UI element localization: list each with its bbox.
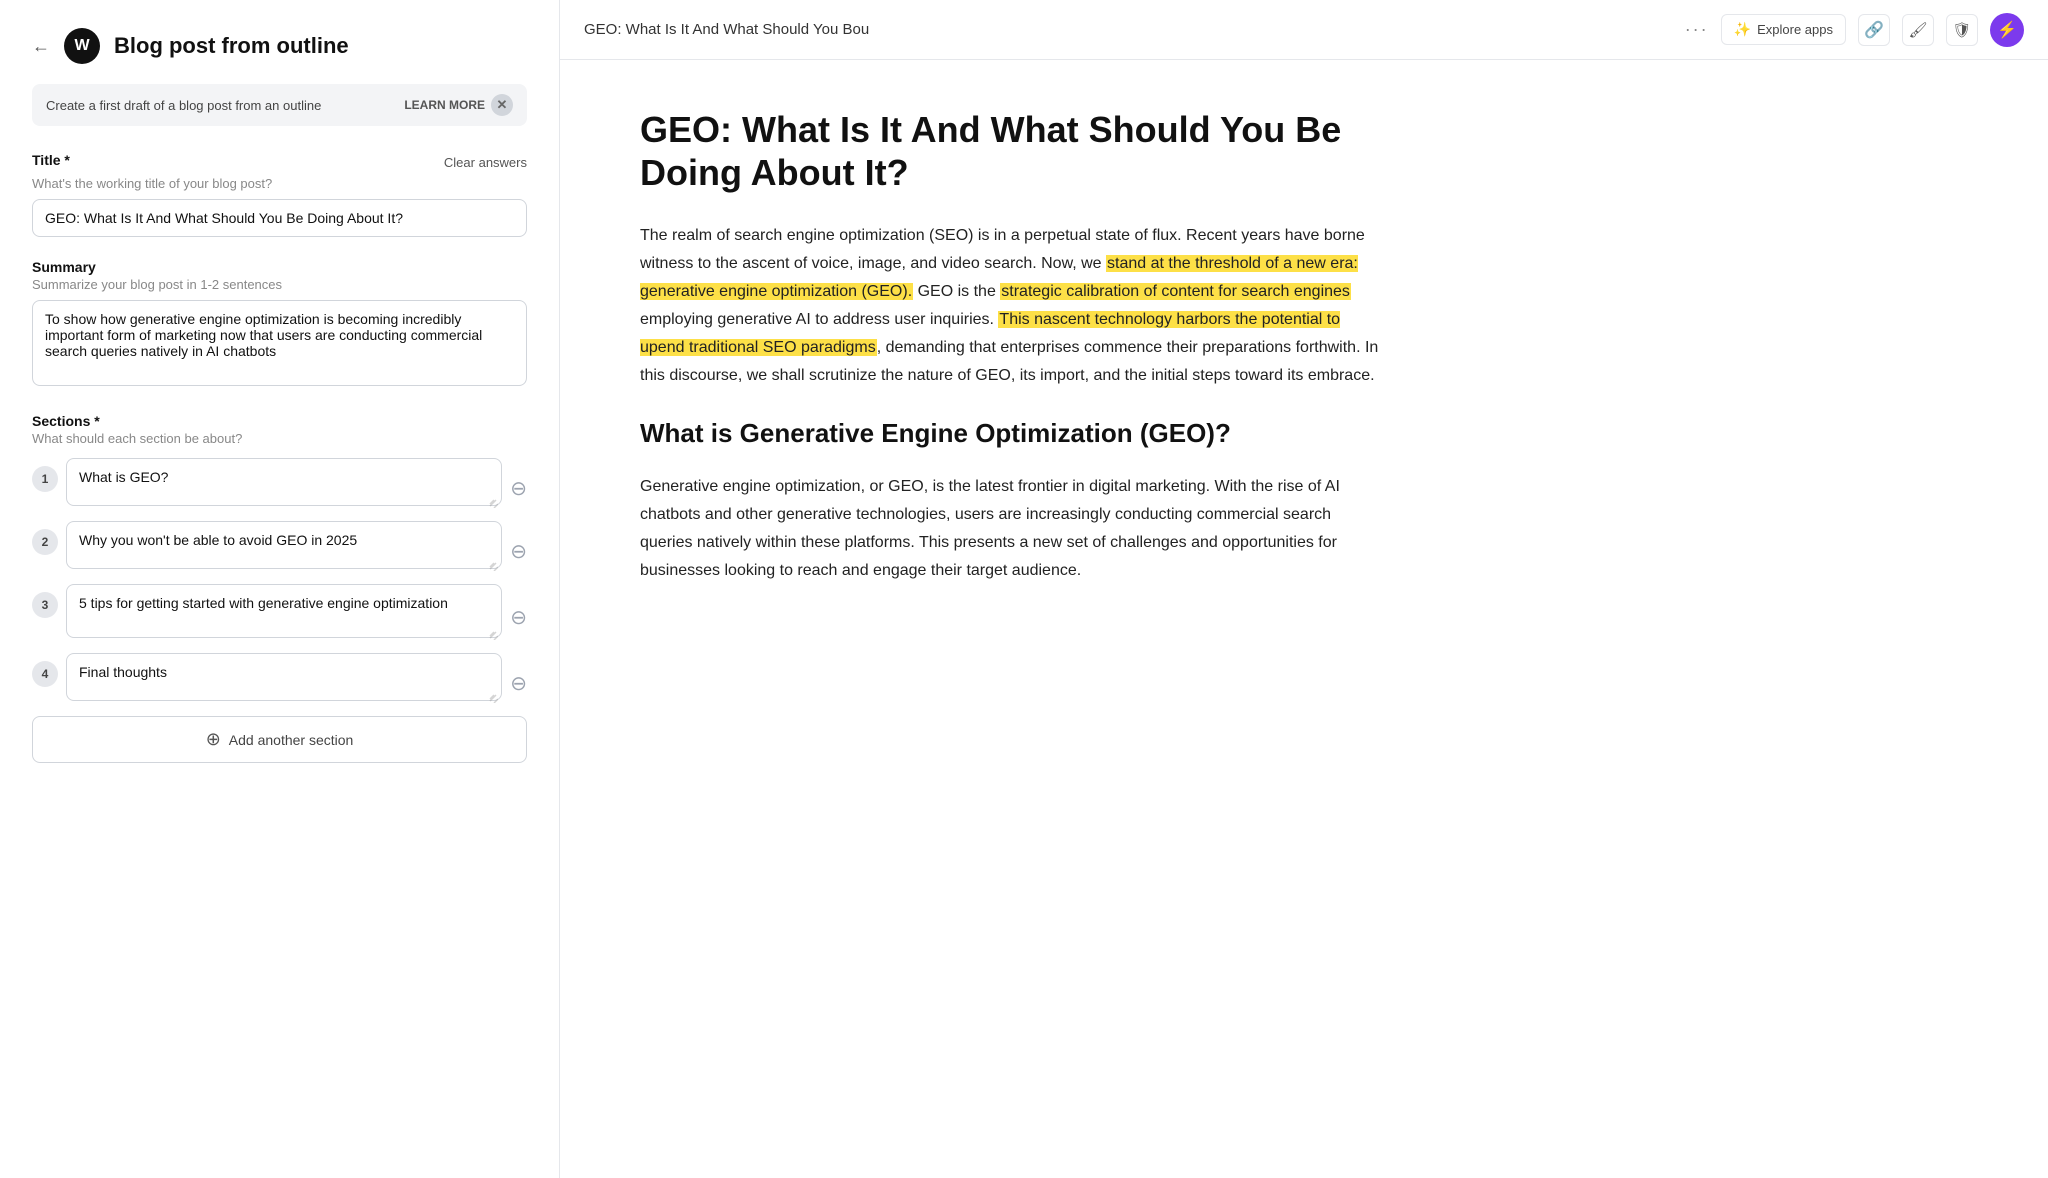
doc-intro-paragraph: The realm of search engine optimization …: [640, 222, 1380, 390]
section-input-2[interactable]: Why you won't be able to avoid GEO in 20…: [66, 521, 502, 569]
add-section-label: Add another section: [229, 732, 354, 748]
section-input-wrap-4: Final thoughts: [66, 653, 502, 706]
resize-handle-2: [488, 561, 498, 571]
section-number-4: 4: [32, 661, 58, 687]
section-number-2: 2: [32, 529, 58, 555]
section-number-1: 1: [32, 466, 58, 492]
summary-hint: Summarize your blog post in 1-2 sentence…: [32, 277, 527, 292]
right-header: GEO: What Is It And What Should You Bou …: [560, 0, 2048, 60]
lightning-icon: ⚡: [1997, 20, 2017, 40]
sections-label: Sections *: [32, 413, 527, 429]
section-input-1[interactable]: What is GEO?: [66, 458, 502, 506]
back-button[interactable]: ←: [32, 36, 50, 57]
section-number-3: 3: [32, 592, 58, 618]
section-row-2: 2 Why you won't be able to avoid GEO in …: [32, 521, 527, 574]
resize-handle-1: [488, 498, 498, 508]
subtitle-bar: Create a first draft of a blog post from…: [32, 84, 527, 126]
section1-paragraph: Generative engine optimization, or GEO, …: [640, 473, 1380, 585]
section-input-wrap-1: What is GEO?: [66, 458, 502, 511]
summary-label: Summary: [32, 259, 96, 275]
title-field-group: Title * Clear answers What's the working…: [32, 152, 527, 237]
link-icon: 🔗: [1864, 20, 1884, 40]
highlight-2: strategic calibration of content for sea…: [1000, 283, 1351, 300]
section-row-3: 3 5 tips for getting started with genera…: [32, 584, 527, 643]
section-remove-button-4[interactable]: ⊖: [510, 661, 527, 706]
add-section-button[interactable]: ⊕ Add another section: [32, 716, 527, 763]
sections-field-group: Sections * What should each section be a…: [32, 413, 527, 763]
page-title: Blog post from outline: [114, 33, 349, 59]
right-panel: GEO: What Is It And What Should You Bou …: [560, 0, 2048, 1178]
section-input-wrap-2: Why you won't be able to avoid GEO in 20…: [66, 521, 502, 574]
section1-title: What is Generative Engine Optimization (…: [640, 418, 1380, 449]
summary-input[interactable]: [32, 300, 527, 386]
close-icon: ✕: [491, 94, 513, 116]
resize-handle-4: [488, 693, 498, 703]
left-panel: ← W Blog post from outline Create a firs…: [0, 0, 560, 1178]
subtitle-text: Create a first draft of a blog post from…: [46, 98, 392, 113]
section-remove-button-2[interactable]: ⊖: [510, 529, 527, 574]
wand-icon: ✨: [1734, 21, 1751, 38]
shield-icon-button[interactable]: 🛡: [1946, 14, 1978, 46]
learn-more-button[interactable]: LEARN MORE ✕: [404, 94, 513, 116]
section-remove-button-3[interactable]: ⊖: [510, 592, 527, 643]
title-input[interactable]: [32, 199, 527, 237]
summary-field-group: Summary Summarize your blog post in 1-2 …: [32, 259, 527, 391]
section-input-wrap-3: 5 tips for getting started with generati…: [66, 584, 502, 643]
section-row-1: 1 What is GEO? ⊖: [32, 458, 527, 511]
clear-answers-button[interactable]: Clear answers: [444, 155, 527, 170]
doc-content: GEO: What Is It And What Should You Be D…: [560, 60, 1460, 1178]
explore-apps-button[interactable]: ✨ Explore apps: [1721, 14, 1846, 45]
paintbrush-icon-button[interactable]: 🖌: [1902, 14, 1934, 46]
section-input-3[interactable]: 5 tips for getting started with generati…: [66, 584, 502, 638]
doc-main-title: GEO: What Is It And What Should You Be D…: [640, 108, 1380, 194]
app-logo: W: [64, 28, 100, 64]
intro-text-middle2: employing generative AI to address user …: [640, 311, 998, 328]
section-row-4: 4 Final thoughts ⊖: [32, 653, 527, 706]
explore-apps-label: Explore apps: [1757, 22, 1833, 37]
learn-more-label: LEARN MORE: [404, 98, 485, 112]
title-label: Title *: [32, 152, 70, 168]
section-remove-button-1[interactable]: ⊖: [510, 466, 527, 511]
app-header: ← W Blog post from outline: [32, 28, 527, 64]
link-icon-button[interactable]: 🔗: [1858, 14, 1890, 46]
lightning-button[interactable]: ⚡: [1990, 13, 2024, 47]
sections-hint: What should each section be about?: [32, 431, 527, 446]
doc-title-display: GEO: What Is It And What Should You Bou: [584, 21, 1673, 38]
resize-handle-3: [488, 630, 498, 640]
paintbrush-icon: 🖌: [1908, 21, 1927, 39]
title-hint: What's the working title of your blog po…: [32, 176, 527, 191]
shield-icon: 🛡: [1952, 21, 1971, 39]
intro-text-middle1: GEO is the: [913, 283, 1000, 300]
section-input-4[interactable]: Final thoughts: [66, 653, 502, 701]
add-section-plus-icon: ⊕: [206, 729, 221, 750]
more-options-button[interactable]: ···: [1685, 19, 1709, 40]
